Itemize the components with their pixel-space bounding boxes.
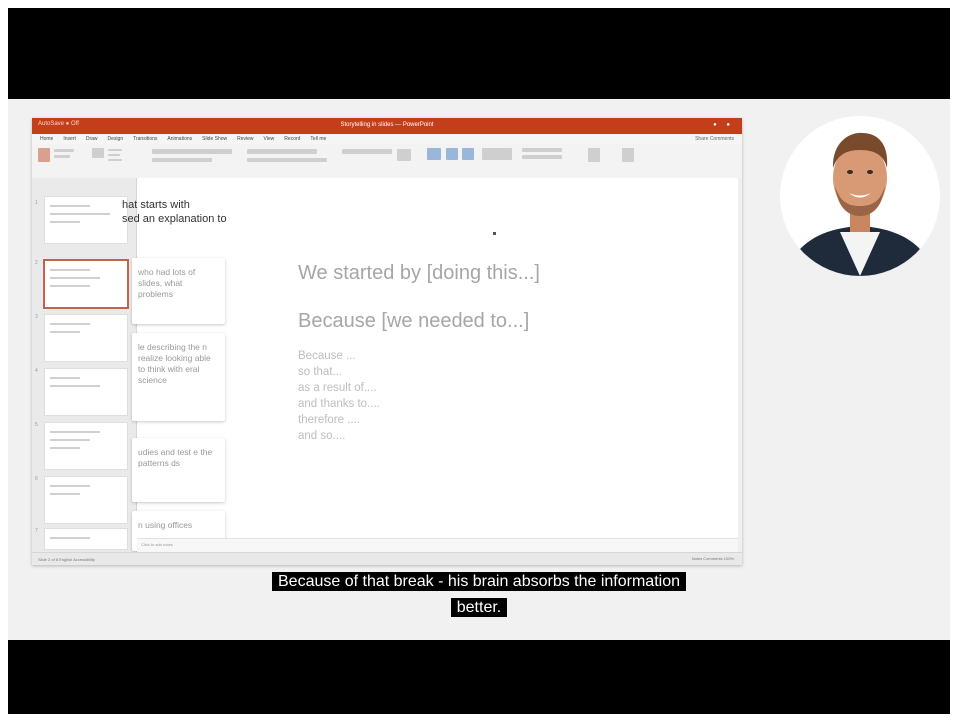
subtitle-line-2: better.: [0, 596, 958, 620]
section-icon[interactable]: [108, 159, 122, 161]
intro-text: hat starts with sed an explanation to: [122, 198, 227, 226]
notes-pane[interactable]: Click to add notes: [137, 538, 738, 553]
subtitle-line-1: Because of that break - his brain absorb…: [0, 570, 958, 594]
status-left: Slide 2 of 8 English Accessibility: [38, 557, 95, 562]
presenter-image: [780, 116, 940, 276]
slide-heading-2[interactable]: Because [we needed to...]: [298, 310, 529, 333]
reset-icon[interactable]: [108, 154, 120, 156]
title-bar: AutoSave ● Off Storytelling in slides — …: [32, 118, 742, 134]
connector-list[interactable]: Because ... so that... as a result of...…: [298, 348, 380, 444]
status-bar: Slide 2 of 8 English Accessibility Notes…: [32, 552, 742, 565]
list-item: as a result of....: [298, 382, 377, 394]
slide-thumbnail[interactable]: [44, 196, 128, 244]
slide-heading-1[interactable]: We started by [doing this...]: [298, 262, 540, 285]
powerpoint-window: AutoSave ● Off Storytelling in slides — …: [32, 118, 742, 565]
slide-canvas: hat starts with sed an explanation to wh…: [122, 178, 742, 553]
mouse-cursor-icon: [493, 232, 496, 235]
shapes-icon[interactable]: [446, 148, 458, 160]
letterbox-top: [8, 8, 950, 99]
tab-review[interactable]: Review: [237, 136, 253, 144]
clipboard-icon[interactable]: [54, 149, 74, 152]
example-card[interactable]: udies and test e the patterns ds: [132, 438, 225, 502]
tab-tell-me[interactable]: Tell me: [310, 136, 326, 144]
paste-icon[interactable]: [38, 148, 50, 162]
slide-thumbnail[interactable]: [44, 476, 128, 524]
font-style-buttons[interactable]: [152, 158, 212, 162]
paragraph-buttons[interactable]: [247, 149, 317, 154]
tab-draw[interactable]: Draw: [86, 136, 98, 144]
list-item: and so....: [298, 430, 346, 442]
tab-view[interactable]: View: [264, 136, 275, 144]
picture-icon[interactable]: [427, 148, 441, 160]
slide-thumbnails-panel: 1 2 3 4 5 6 7: [32, 178, 137, 553]
tab-transitions[interactable]: Transitions: [133, 136, 157, 144]
presenter-avatar: [780, 116, 940, 276]
ribbon-toolbar: [32, 144, 742, 179]
tab-record[interactable]: Record: [284, 136, 300, 144]
new-slide-icon[interactable]: [92, 148, 104, 158]
tab-animations[interactable]: Animations: [167, 136, 192, 144]
ribbon-tabs: Home Insert Draw Design Transitions Anim…: [32, 134, 742, 144]
text-direction-buttons[interactable]: [342, 149, 392, 154]
tab-home[interactable]: Home: [40, 136, 53, 144]
slide-thumbnail[interactable]: [44, 314, 128, 362]
arrange-icon[interactable]: [482, 148, 512, 160]
share-comments[interactable]: Share Comments: [695, 136, 734, 144]
slide-thumbnail[interactable]: [44, 528, 128, 550]
list-item: so that...: [298, 366, 343, 378]
format-painter-icon[interactable]: [54, 155, 70, 158]
intro-line: hat starts with: [122, 199, 190, 211]
current-slide[interactable]: hat starts with sed an explanation to wh…: [122, 178, 738, 551]
list-item: therefore ....: [298, 414, 361, 426]
slide-thumbnail[interactable]: [44, 368, 128, 416]
slide-thumbnail-selected[interactable]: [43, 259, 129, 309]
layout-icon[interactable]: [108, 149, 122, 151]
list-item: Because ...: [298, 350, 356, 362]
slide-thumbnail[interactable]: [44, 422, 128, 470]
document-title: Storytelling in slides — PowerPoint: [340, 122, 434, 128]
notes-placeholder: Click to add notes: [141, 542, 173, 547]
designer-icon[interactable]: [588, 148, 600, 162]
convert-smartart-icon[interactable]: [397, 149, 411, 161]
dictate-icon[interactable]: [622, 148, 634, 162]
tab-design[interactable]: Design: [108, 136, 124, 144]
letterbox-bottom: [8, 640, 950, 714]
intro-line: sed an explanation to: [122, 213, 227, 225]
tab-insert[interactable]: Insert: [63, 136, 76, 144]
status-right[interactable]: Notes Comments 100%: [692, 556, 734, 561]
list-item: and thanks to....: [298, 398, 380, 410]
alignment-buttons[interactable]: [247, 158, 327, 162]
tab-slide-show[interactable]: Slide Show: [202, 136, 227, 144]
font-family-select[interactable]: [152, 149, 232, 154]
example-card[interactable]: le describing the n realize looking able…: [132, 333, 225, 421]
shape-fill-button[interactable]: [522, 148, 562, 152]
window-controls-icon[interactable]: ● ●: [713, 122, 734, 128]
shape-outline-button[interactable]: [522, 155, 562, 159]
example-card[interactable]: who had lots of slides, what problems: [132, 258, 225, 324]
text-box-icon[interactable]: [462, 148, 474, 160]
